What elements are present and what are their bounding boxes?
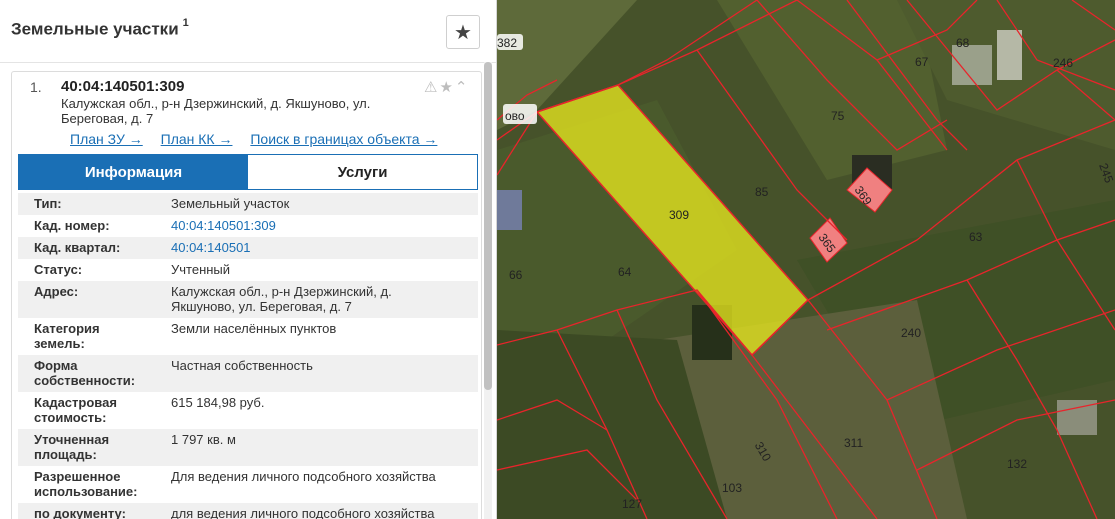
property-value: Учтенный <box>171 262 231 277</box>
table-row: Тип: Земельный участок <box>18 193 478 215</box>
search-in-bounds-link[interactable]: Поиск в границах объекта → <box>250 131 437 147</box>
property-key: Адрес: <box>34 284 79 299</box>
table-row: Кад. квартал: 40:04:140501 <box>18 237 478 259</box>
parcel-label-67[interactable]: 67 <box>915 55 929 69</box>
property-value: Земельный участок <box>171 196 290 211</box>
table-row: Категория земель: Земли населённых пункт… <box>18 318 478 355</box>
plan-kk-link[interactable]: План КК → <box>161 131 233 147</box>
parcel-label-103[interactable]: 103 <box>722 481 742 495</box>
properties-table: Тип: Земельный участок Кад. номер: 40:04… <box>18 193 478 519</box>
property-value: 1 797 кв. м <box>171 432 236 447</box>
table-row: Кад. номер: 40:04:140501:309 <box>18 215 478 237</box>
property-key: по документу: <box>34 506 126 519</box>
result-count: 1 <box>182 17 189 29</box>
property-key: Форма собственности: <box>34 358 136 388</box>
building <box>997 30 1022 80</box>
warning-icon[interactable]: ⚠ <box>424 79 439 96</box>
parcel-label-75[interactable]: 75 <box>831 109 845 123</box>
item-cad-number[interactable]: 40:04:140501:309 <box>61 78 184 95</box>
star-icon[interactable]: ★ <box>439 79 454 96</box>
tab-services[interactable]: Услуги <box>248 155 477 189</box>
property-value: Земли населённых пунктов <box>171 321 337 336</box>
parcel-label-63[interactable]: 63 <box>969 230 983 244</box>
table-row: Адрес: Калужская обл., р-н Дзержинский, … <box>18 281 478 318</box>
parcel-label-66[interactable]: 66 <box>509 268 523 282</box>
property-key: Кадастровая стоимость: <box>34 395 117 425</box>
property-value: для ведения личного подсобного хозяйства <box>171 506 435 519</box>
item-address: Калужская обл., р-н Дзержинский, д. Якшу… <box>61 96 416 126</box>
property-key: Категория земель: <box>34 321 100 351</box>
property-value: 615 184,98 руб. <box>171 395 265 410</box>
panel-title: Земельные участки 1 <box>11 17 189 40</box>
property-value[interactable]: 40:04:140501:309 <box>153 218 458 233</box>
item-index: 1. <box>30 79 42 95</box>
property-key: Уточненная площадь: <box>34 432 110 462</box>
property-key: Кад. номер: <box>34 218 110 233</box>
item-address-line2: Береговая, д. 7 <box>61 111 154 126</box>
plan-zu-link[interactable]: План ЗУ → <box>70 131 143 147</box>
scrollbar[interactable] <box>484 62 492 519</box>
parcel-label-309[interactable]: 309 <box>669 208 689 222</box>
cadastral-map[interactable]: 382 ово 67 68 246 75 245 85 369 365 309 … <box>497 0 1115 519</box>
table-row: Форма собственности: Частная собственнос… <box>18 355 478 392</box>
item-links: План ЗУ → План КК → Поиск в границах объ… <box>70 131 451 147</box>
panel-title-text: Земельные участки <box>11 19 179 39</box>
table-row: Уточненная площадь: 1 797 кв. м <box>18 429 478 466</box>
table-row: по документу: для ведения личного подсоб… <box>18 503 478 519</box>
parcel-label-132[interactable]: 132 <box>1007 457 1027 471</box>
table-row: Разрешенное использование: Для ведения л… <box>18 466 478 503</box>
star-icon: ★ <box>454 21 472 44</box>
table-row: Кадастровая стоимость: 615 184,98 руб. <box>18 392 478 429</box>
parcel-label-311[interactable]: 311 <box>844 436 863 450</box>
parcel-label-64[interactable]: 64 <box>618 265 632 279</box>
table-row: Статус: Учтенный <box>18 259 478 281</box>
card-actions: ⚠★⌃ <box>424 78 469 96</box>
building <box>497 190 522 230</box>
results-panel: Земельные участки 1 ★ 1. 40:04:140501:309… <box>0 0 497 519</box>
parcel-label-246[interactable]: 246 <box>1053 56 1073 70</box>
property-value: Для ведения личного подсобного хозяйства <box>171 469 436 484</box>
parcel-label-382[interactable]: 382 <box>497 36 517 50</box>
place-name-label: ово <box>505 109 525 123</box>
parcel-label-85[interactable]: 85 <box>755 185 769 199</box>
parcel-label-68[interactable]: 68 <box>956 36 970 50</box>
panel-header: Земельные участки 1 ★ <box>0 0 496 63</box>
info-tabs: Информация Услуги <box>18 154 478 190</box>
property-value[interactable]: 40:04:140501 <box>153 240 458 255</box>
parcel-label-127[interactable]: 127 <box>622 497 642 511</box>
scrollbar-thumb[interactable] <box>484 62 492 390</box>
property-key: Разрешенное использование: <box>34 469 138 499</box>
property-value: Калужская обл., р-н Дзержинский, д. Якшу… <box>171 284 392 314</box>
property-key: Тип: <box>34 196 62 211</box>
tab-info[interactable]: Информация <box>19 155 248 189</box>
property-value: Частная собственность <box>171 358 313 373</box>
chevron-up-icon[interactable]: ⌃ <box>455 79 470 96</box>
property-key: Статус: <box>34 262 83 277</box>
item-address-line1: Калужская обл., р-н Дзержинский, д. Якшу… <box>61 96 371 111</box>
favorites-button[interactable]: ★ <box>446 15 480 49</box>
map-canvas[interactable]: 382 ово 67 68 246 75 245 85 369 365 309 … <box>497 0 1115 519</box>
property-key: Кад. квартал: <box>34 240 121 255</box>
parcel-label-240[interactable]: 240 <box>901 326 921 340</box>
